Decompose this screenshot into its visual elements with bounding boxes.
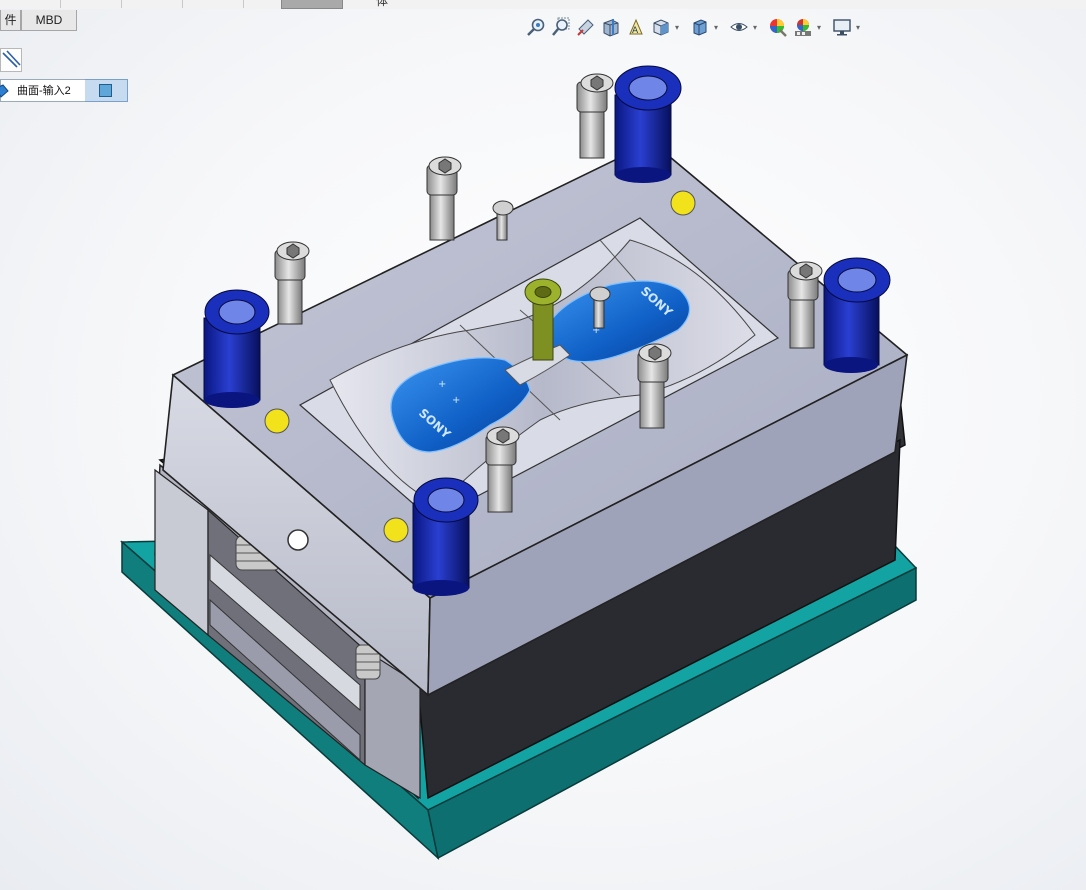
sketch-point-marker: + <box>438 379 446 390</box>
ejector-pin-marker <box>670 190 696 216</box>
guide-bushing[interactable] <box>614 65 682 183</box>
plate-hole <box>287 529 309 551</box>
cap-screw[interactable] <box>576 73 614 159</box>
mold-assembly-model[interactable]: SONY SONY + + + <box>0 0 1086 890</box>
ejector-pin-marker <box>264 408 290 434</box>
guide-bushing[interactable] <box>203 289 270 408</box>
cap-screw[interactable] <box>426 156 462 241</box>
sketch-point-marker: + <box>452 395 460 406</box>
guide-bushing[interactable] <box>412 477 479 596</box>
ejector-pin-marker <box>383 517 409 543</box>
